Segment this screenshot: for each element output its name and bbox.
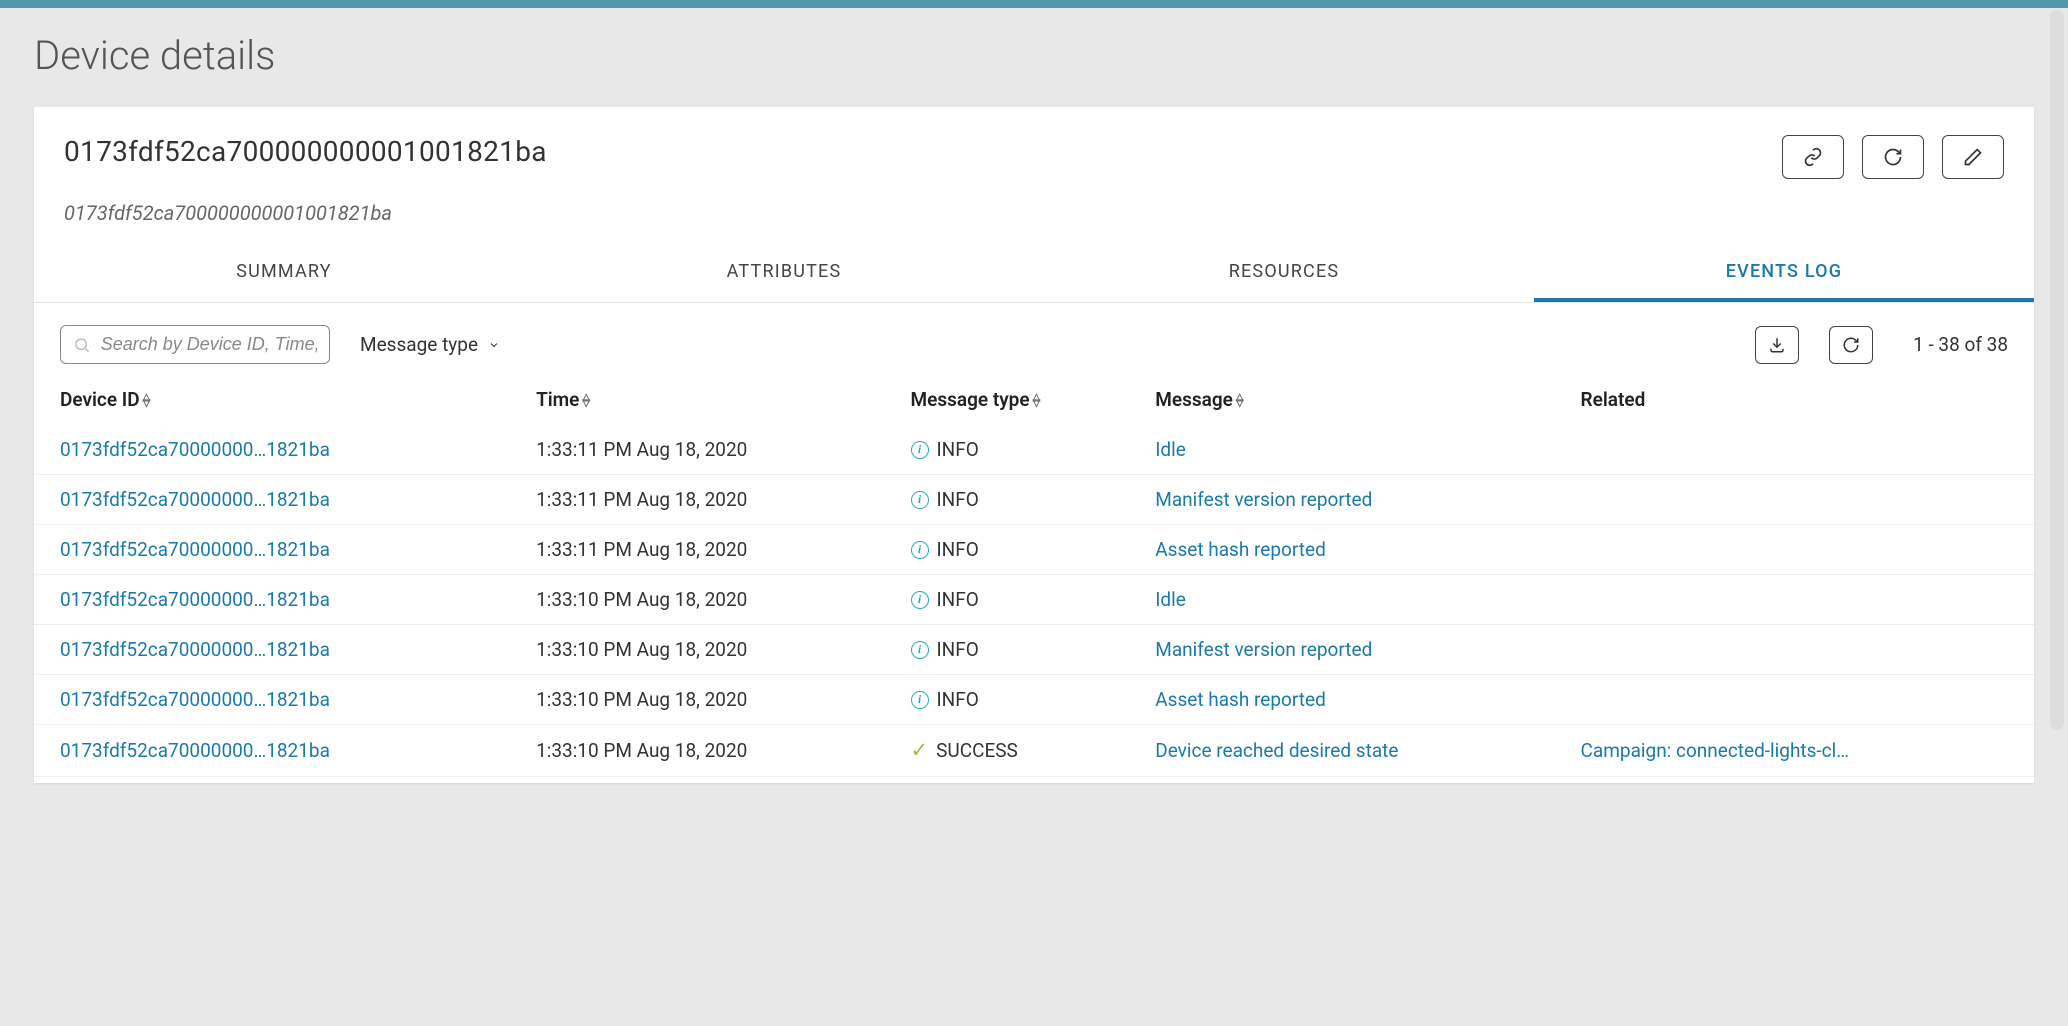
table-row: 0173fdf52ca70000000…1821ba 1:33:10 PM Aug… — [34, 725, 2034, 777]
table-row: 0173fdf52ca70000000…1821ba 1:33:10 PM Aug… — [34, 625, 2034, 675]
message-type-cell: i INFO — [911, 488, 1132, 511]
related-link[interactable]: Campaign: connected-lights-cl… — [1581, 739, 1849, 762]
time-cell: 1:33:11 PM Aug 18, 2020 — [524, 425, 898, 475]
table-row: 0173fdf52ca70000000…1821ba 1:33:11 PM Aug… — [34, 475, 2034, 525]
time-cell: 1:33:10 PM Aug 18, 2020 — [524, 675, 898, 725]
device-id-link[interactable]: 0173fdf52ca70000000…1821ba — [60, 638, 330, 661]
related-cell: Campaign: connected-lights-cl… — [1569, 725, 2034, 777]
message-link[interactable]: Device reached desired state — [1155, 739, 1398, 762]
col-time[interactable]: Time△▽ — [524, 374, 898, 425]
page-title: Device details — [0, 8, 2068, 107]
device-id-link[interactable]: 0173fdf52ca70000000…1821ba — [60, 739, 330, 762]
info-icon: i — [911, 641, 929, 659]
device-id-link[interactable]: 0173fdf52ca70000000…1821ba — [60, 588, 330, 611]
table-row: 0173fdf52ca70000000…1821ba 1:33:11 PM Aug… — [34, 525, 2034, 575]
table-row: 0173fdf52ca70000000…1821ba 1:33:10 PM Aug… — [34, 675, 2034, 725]
table-controls: Message type 1 - 38 of 38 — [34, 303, 2034, 374]
device-id-link[interactable]: 0173fdf52ca70000000…1821ba — [60, 438, 330, 461]
message-type-label: INFO — [937, 538, 979, 561]
table-row: 0173fdf52ca70000000…1821ba 1:33:11 PM Aug… — [34, 425, 2034, 475]
message-type-label: INFO — [937, 438, 979, 461]
message-type-cell: i INFO — [911, 688, 1132, 711]
message-type-cell: ✓ SUCCESS — [911, 738, 1132, 763]
message-type-cell: i INFO — [911, 538, 1132, 561]
time-cell: 1:33:11 PM Aug 18, 2020 — [524, 475, 898, 525]
message-type-cell: i INFO — [911, 588, 1132, 611]
pencil-icon — [1963, 147, 1983, 167]
message-link[interactable]: Manifest version reported — [1155, 488, 1372, 511]
tabs: SUMMARY ATTRIBUTES RESOURCES EVENTS LOG — [34, 243, 2034, 303]
refresh-icon — [1842, 336, 1860, 354]
filter-label: Message type — [360, 333, 478, 356]
table-refresh-button[interactable] — [1829, 326, 1873, 364]
info-icon: i — [911, 441, 929, 459]
download-button[interactable] — [1755, 326, 1799, 364]
card-header: 0173fdf52ca700000000001001821ba — [34, 107, 2034, 191]
related-cell — [1569, 525, 2034, 575]
sort-icon: △▽ — [1033, 395, 1041, 407]
table-row: 0173fdf52ca70000000…1821ba 1:33:10 PM Aug… — [34, 575, 2034, 625]
message-type-label: INFO — [937, 688, 979, 711]
link-icon — [1803, 147, 1823, 167]
time-cell: 1:33:10 PM Aug 18, 2020 — [524, 725, 898, 777]
message-type-filter[interactable]: Message type — [360, 333, 500, 356]
related-cell — [1569, 675, 2034, 725]
device-id-link[interactable]: 0173fdf52ca70000000…1821ba — [60, 488, 330, 511]
chevron-down-icon — [488, 339, 500, 351]
time-cell: 1:33:10 PM Aug 18, 2020 — [524, 575, 898, 625]
tab-summary[interactable]: SUMMARY — [34, 243, 534, 302]
message-link[interactable]: Idle — [1155, 438, 1186, 461]
check-icon: ✓ — [911, 738, 929, 763]
time-cell: 1:33:11 PM Aug 18, 2020 — [524, 525, 898, 575]
sort-icon: △▽ — [1236, 395, 1244, 407]
scrollbar[interactable] — [2050, 10, 2064, 730]
related-cell — [1569, 425, 2034, 475]
time-cell: 1:33:10 PM Aug 18, 2020 — [524, 625, 898, 675]
download-icon — [1768, 336, 1786, 354]
top-accent-bar — [0, 0, 2068, 8]
edit-button[interactable] — [1942, 135, 2004, 179]
message-link[interactable]: Asset hash reported — [1155, 688, 1326, 711]
tab-resources[interactable]: RESOURCES — [1034, 243, 1534, 302]
search-icon — [73, 335, 91, 355]
message-type-label: INFO — [937, 588, 979, 611]
message-type-label: INFO — [937, 488, 979, 511]
col-device-id[interactable]: Device ID△▽ — [34, 374, 524, 425]
pagination-text: 1 - 38 of 38 — [1913, 333, 2008, 356]
sort-icon: △▽ — [143, 395, 151, 407]
info-icon: i — [911, 541, 929, 559]
link-button[interactable] — [1782, 135, 1844, 179]
sort-icon: △▽ — [582, 395, 590, 407]
message-link[interactable]: Idle — [1155, 588, 1186, 611]
action-buttons — [1782, 135, 2004, 179]
device-id-link[interactable]: 0173fdf52ca70000000…1821ba — [60, 688, 330, 711]
info-icon: i — [911, 491, 929, 509]
message-type-cell: i INFO — [911, 438, 1132, 461]
message-type-label: INFO — [937, 638, 979, 661]
device-id-link[interactable]: 0173fdf52ca70000000…1821ba — [60, 538, 330, 561]
message-link[interactable]: Manifest version reported — [1155, 638, 1372, 661]
content-card: 0173fdf52ca700000000001001821ba 0173fdf5… — [34, 107, 2034, 783]
refresh-icon — [1883, 147, 1903, 167]
message-type-cell: i INFO — [911, 638, 1132, 661]
related-cell — [1569, 625, 2034, 675]
search-wrap — [60, 325, 330, 364]
tab-attributes[interactable]: ATTRIBUTES — [534, 243, 1034, 302]
col-message-type[interactable]: Message type△▽ — [899, 374, 1144, 425]
tab-events-log[interactable]: EVENTS LOG — [1534, 243, 2034, 302]
col-related: Related — [1569, 374, 2034, 425]
info-icon: i — [911, 691, 929, 709]
col-message[interactable]: Message△▽ — [1143, 374, 1568, 425]
related-cell — [1569, 575, 2034, 625]
events-table: Device ID△▽ Time△▽ Message type△▽ Messag… — [34, 374, 2034, 777]
device-id-heading: 0173fdf52ca700000000001001821ba — [64, 135, 547, 168]
message-link[interactable]: Asset hash reported — [1155, 538, 1326, 561]
search-input[interactable] — [101, 334, 317, 355]
refresh-button[interactable] — [1862, 135, 1924, 179]
device-id-subheading: 0173fdf52ca700000000001001821ba — [34, 191, 2034, 243]
info-icon: i — [911, 591, 929, 609]
related-cell — [1569, 475, 2034, 525]
message-type-label: SUCCESS — [936, 739, 1018, 762]
